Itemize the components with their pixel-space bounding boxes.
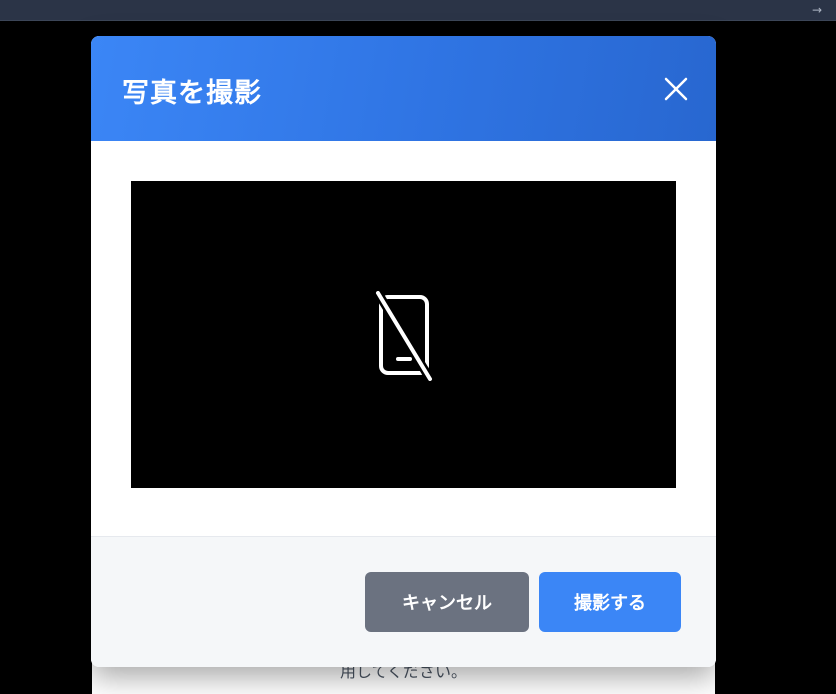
camera-preview bbox=[131, 181, 676, 488]
close-icon bbox=[664, 77, 688, 101]
close-button[interactable] bbox=[661, 74, 691, 104]
modal-footer: キャンセル 撮影する bbox=[91, 536, 716, 667]
modal-title: 写真を撮影 bbox=[122, 78, 262, 109]
camera-off-icon bbox=[374, 291, 434, 381]
modal-header: 写真を撮影 bbox=[91, 36, 716, 141]
arrow-right-icon[interactable]: → bbox=[812, 0, 822, 20]
photo-capture-modal: 写真を撮影 キャンセル 撮影する bbox=[91, 36, 716, 667]
modal-body bbox=[91, 141, 716, 536]
top-bar: → bbox=[0, 0, 836, 21]
capture-button[interactable]: 撮影する bbox=[539, 572, 681, 632]
cancel-button[interactable]: キャンセル bbox=[365, 572, 529, 632]
